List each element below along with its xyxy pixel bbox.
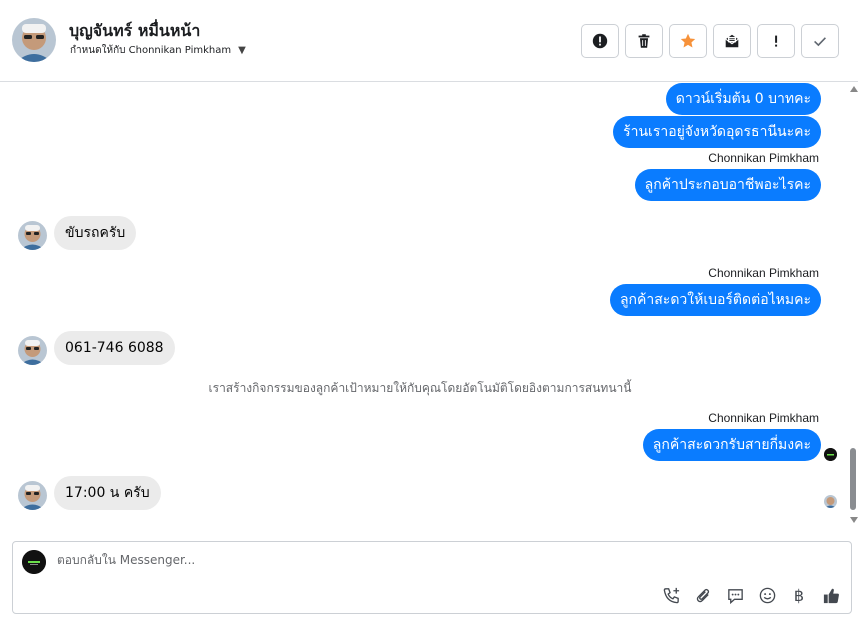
scroll-down-arrow-icon[interactable] (850, 517, 858, 523)
baht-icon[interactable]: ฿ (789, 585, 809, 605)
follow-up-button[interactable] (757, 24, 795, 58)
mark-done-button[interactable] (801, 24, 839, 58)
star-button[interactable] (669, 24, 707, 58)
contact-avatar-small (18, 336, 47, 365)
emoji-icon[interactable] (757, 585, 777, 605)
outgoing-message: ร้านเราอยู่จังหวัดอุดรธานีนะคะ (613, 116, 821, 148)
thread-scrollbar[interactable] (848, 82, 858, 534)
assignee-dropdown[interactable]: กำหนดให้กับ Chonnikan Pimkham ▼ (70, 43, 246, 58)
contact-avatar-seen (824, 495, 837, 508)
system-note: เราสร้างกิจกรรมของลูกค้าเป้าหมายให้กับคุ… (208, 381, 632, 395)
outgoing-message: ดาวน์เริ่มต้น 0 บาทคะ (665, 83, 821, 115)
outgoing-message: ลูกค้าประกอบอาชีพอะไรคะ (634, 169, 821, 201)
contact-avatar[interactable] (12, 18, 56, 62)
trash-icon (638, 34, 650, 48)
mark-unread-button[interactable] (713, 24, 751, 58)
star-icon (680, 33, 696, 48)
scroll-up-arrow-icon[interactable] (850, 86, 858, 92)
incoming-message: 17:00 น ครับ (54, 476, 161, 510)
page-avatar-seen (824, 448, 837, 461)
report-button[interactable] (581, 24, 619, 58)
sender-name: Chonnikan Pimkham (708, 266, 819, 280)
caret-down-icon: ▼ (238, 45, 246, 56)
reply-input[interactable] (57, 553, 617, 567)
exclamation-icon (775, 35, 778, 47)
delete-button[interactable] (625, 24, 663, 58)
incoming-message: 061-746 6088 (54, 331, 175, 365)
page-avatar (22, 550, 46, 574)
check-icon (814, 37, 826, 47)
call-icon[interactable] (661, 585, 681, 605)
contact-name[interactable]: บุญจันทร์ หมื่นหน้า (69, 19, 200, 44)
outgoing-message: ลูกค้าสะดวให้เบอร์ติดต่อไหมคะ (609, 284, 821, 316)
assignee-label: กำหนดให้กับ Chonnikan Pimkham (70, 45, 232, 56)
conversation-actions (581, 24, 839, 58)
reply-composer: ฿ (12, 541, 852, 614)
sender-name: Chonnikan Pimkham (708, 151, 819, 165)
envelope-open-icon (725, 34, 739, 48)
conversation-header: บุญจันทร์ หมื่นหน้า กำหนดให้กับ Chonnika… (0, 0, 858, 82)
thumbs-up-icon[interactable] (821, 585, 841, 605)
incoming-message: ขับรถครับ (54, 216, 137, 250)
outgoing-message: ลูกค้าสะดวกรับสายกี่มงคะ (642, 429, 821, 461)
saved-reply-icon[interactable] (725, 585, 745, 605)
exclamation-circle-icon (592, 33, 608, 49)
contact-avatar-small (18, 221, 47, 250)
scrollbar-thumb[interactable] (850, 448, 856, 510)
contact-avatar-small (18, 481, 47, 510)
message-thread[interactable]: ดาวน์เริ่มต้น 0 บาทคะ ร้านเราอยู่จังหวัด… (0, 82, 848, 534)
composer-tools: ฿ (661, 585, 841, 605)
attachment-icon[interactable] (693, 585, 713, 605)
sender-name: Chonnikan Pimkham (708, 411, 819, 425)
